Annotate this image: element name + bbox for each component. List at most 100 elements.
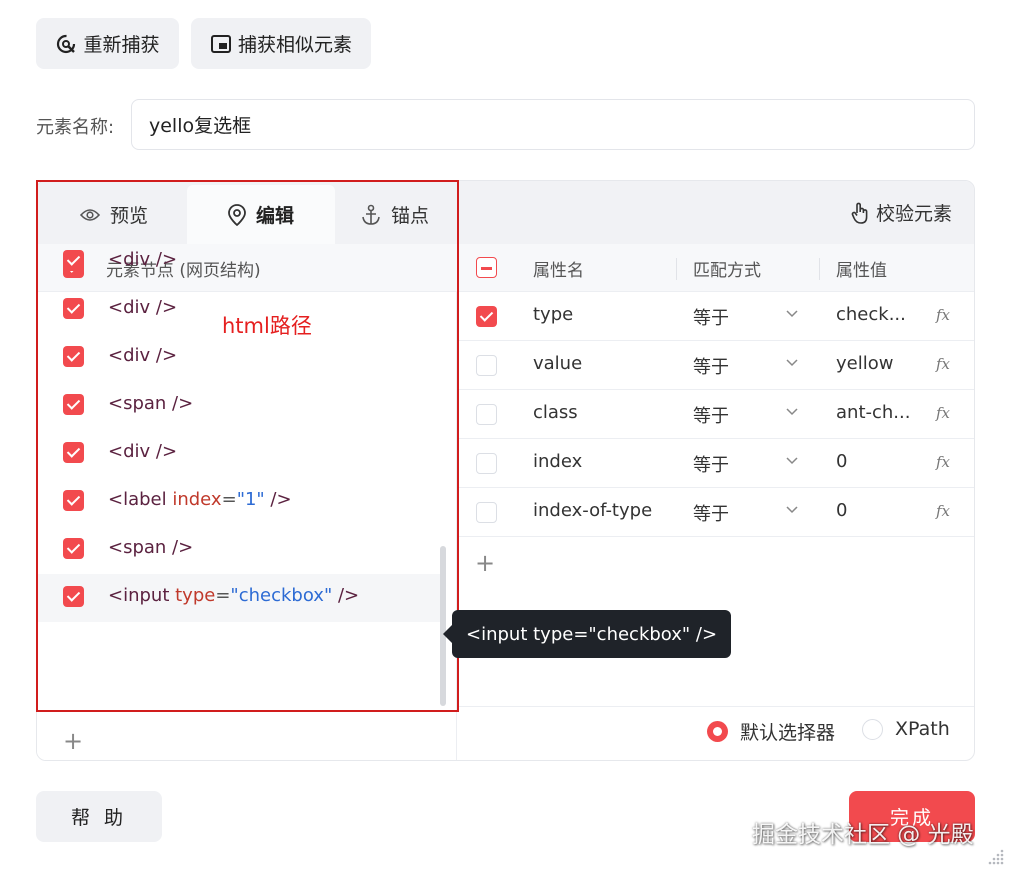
attribute-name: index bbox=[533, 451, 583, 472]
element-editor-panel: 预览 编辑 锚点 校验元素 元素节点 (网页结构) <div /> <div /… bbox=[36, 180, 975, 761]
match-mode-select[interactable]: 等于 bbox=[693, 304, 729, 330]
header-attr-value: 属性值 bbox=[836, 261, 887, 281]
header-match-mode: 匹配方式 bbox=[693, 261, 761, 281]
annotation-label: html路径 bbox=[222, 314, 312, 338]
add-attribute-button[interactable]: + bbox=[475, 551, 495, 575]
help-button[interactable]: 帮 助 bbox=[36, 791, 162, 842]
tag-open: <label bbox=[108, 489, 173, 510]
tree-node[interactable]: <span /> bbox=[37, 382, 445, 430]
element-name-input[interactable] bbox=[131, 99, 975, 150]
attribute-row[interactable]: type 等于 check... fx bbox=[458, 292, 974, 341]
fx-icon[interactable]: fx bbox=[936, 306, 950, 324]
attr-value: "1" bbox=[236, 489, 265, 510]
tree-node[interactable]: <div /> bbox=[37, 334, 445, 382]
header-separator bbox=[819, 258, 820, 280]
recapture-icon bbox=[55, 33, 77, 55]
node-tag: <div /> bbox=[108, 249, 178, 270]
fx-icon[interactable]: fx bbox=[936, 453, 950, 471]
location-pin-icon bbox=[228, 203, 246, 226]
match-mode-select[interactable]: 等于 bbox=[693, 451, 729, 477]
node-tag: <div /> bbox=[108, 297, 178, 318]
chevron-down-icon[interactable] bbox=[785, 502, 799, 516]
header-attr-name: 属性名 bbox=[533, 261, 584, 281]
node-checkbox[interactable] bbox=[63, 586, 84, 607]
divider bbox=[457, 706, 974, 707]
tab-edit-label: 编辑 bbox=[255, 205, 294, 227]
attribute-checkbox[interactable] bbox=[476, 453, 497, 474]
tree-node[interactable]: <div /> bbox=[37, 430, 445, 478]
attr-name: index bbox=[172, 489, 222, 510]
capture-similar-icon bbox=[210, 33, 232, 55]
tree-node[interactable]: <label index="1" /> bbox=[37, 478, 445, 526]
node-checkbox[interactable] bbox=[63, 298, 84, 319]
tab-edit[interactable]: 编辑 bbox=[187, 185, 335, 244]
tag-close: /> bbox=[332, 585, 360, 606]
chevron-down-icon[interactable] bbox=[785, 306, 799, 320]
resize-grip-icon[interactable] bbox=[986, 847, 1006, 867]
tag-open: <input bbox=[108, 585, 176, 606]
hand-pointer-icon bbox=[850, 202, 870, 224]
attribute-value[interactable]: 0 bbox=[836, 500, 847, 521]
radio-xpath-indicator[interactable] bbox=[862, 718, 883, 740]
attribute-name: class bbox=[533, 402, 578, 423]
radio-xpath-label: XPath bbox=[895, 718, 950, 740]
attribute-value[interactable]: check... bbox=[836, 304, 906, 325]
attribute-value[interactable]: ant-ch... bbox=[836, 402, 910, 423]
element-name-label: 元素名称: bbox=[36, 117, 115, 138]
chevron-down-icon[interactable] bbox=[785, 453, 799, 467]
attribute-checkbox[interactable] bbox=[476, 355, 497, 376]
tab-anchor[interactable]: 锚点 bbox=[335, 185, 455, 244]
recapture-label: 重新捕获 bbox=[83, 34, 160, 56]
attribute-checkbox[interactable] bbox=[476, 306, 497, 327]
node-checkbox[interactable] bbox=[63, 394, 84, 415]
match-mode-select[interactable]: 等于 bbox=[693, 500, 729, 526]
tag-close: /> bbox=[264, 489, 292, 510]
fx-icon[interactable]: fx bbox=[936, 404, 950, 422]
attribute-row[interactable]: class 等于 ant-ch... fx bbox=[458, 390, 974, 439]
node-checkbox[interactable] bbox=[63, 346, 84, 367]
node-tooltip: <input type="checkbox" /> bbox=[442, 610, 732, 658]
fx-icon[interactable]: fx bbox=[936, 502, 950, 520]
chevron-down-icon[interactable] bbox=[785, 355, 799, 369]
fx-icon[interactable]: fx bbox=[936, 355, 950, 373]
match-mode-select[interactable]: 等于 bbox=[693, 402, 729, 428]
attribute-checkbox[interactable] bbox=[476, 502, 497, 523]
select-all-attributes-checkbox[interactable] bbox=[476, 257, 497, 278]
attribute-table-header: 属性名 匹配方式 属性值 bbox=[458, 244, 974, 292]
node-checkbox[interactable] bbox=[63, 538, 84, 559]
chevron-down-icon[interactable] bbox=[785, 404, 799, 418]
attribute-value[interactable]: 0 bbox=[836, 451, 847, 472]
attribute-checkbox[interactable] bbox=[476, 404, 497, 425]
node-tag: <span /> bbox=[108, 393, 194, 414]
verify-element-button[interactable]: 校验元素 bbox=[850, 181, 952, 244]
tree-node[interactable]: <span /> bbox=[37, 526, 445, 574]
radio-default-label: 默认选择器 bbox=[740, 722, 836, 744]
tree-node[interactable]: <div /> bbox=[37, 238, 445, 286]
attribute-value[interactable]: yellow bbox=[836, 353, 893, 374]
node-tag: <div /> bbox=[108, 345, 178, 366]
anchor-icon bbox=[361, 204, 381, 226]
watermark: 掘金技术社区 @ 光殿 bbox=[752, 822, 974, 848]
attribute-row[interactable]: index-of-type 等于 0 fx bbox=[458, 488, 974, 537]
radio-default-indicator[interactable] bbox=[707, 721, 728, 742]
tree-node-selected[interactable]: <input type="checkbox" /> bbox=[37, 574, 445, 622]
attribute-name: value bbox=[533, 353, 583, 374]
node-checkbox[interactable] bbox=[63, 490, 84, 511]
radio-xpath-selector[interactable]: XPath bbox=[862, 718, 950, 740]
tab-preview[interactable]: 预览 bbox=[41, 185, 187, 244]
attr-name: type bbox=[175, 585, 216, 606]
capture-similar-button[interactable]: 捕获相似元素 bbox=[191, 18, 371, 69]
recapture-button[interactable]: 重新捕获 bbox=[36, 18, 179, 69]
node-checkbox[interactable] bbox=[63, 250, 84, 271]
add-node-button[interactable]: + bbox=[63, 729, 83, 753]
match-mode-select[interactable]: 等于 bbox=[693, 353, 729, 379]
radio-default-selector[interactable]: 默认选择器 bbox=[707, 718, 835, 745]
attribute-row[interactable]: index 等于 0 fx bbox=[458, 439, 974, 488]
node-checkbox[interactable] bbox=[63, 442, 84, 463]
tab-anchor-label: 锚点 bbox=[390, 205, 429, 227]
attr-equals: = bbox=[221, 489, 237, 510]
tab-preview-label: 预览 bbox=[109, 205, 148, 227]
attribute-row[interactable]: value 等于 yellow fx bbox=[458, 341, 974, 390]
verify-element-label: 校验元素 bbox=[875, 203, 952, 225]
node-tag: <div /> bbox=[108, 441, 178, 462]
